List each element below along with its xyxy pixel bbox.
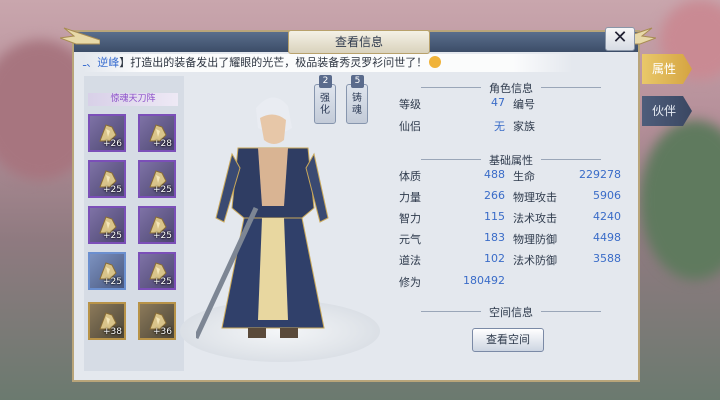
combat-label: 物理攻击 (513, 191, 557, 204)
tab-companions[interactable]: 伙伴 (642, 96, 692, 126)
attr-label: 智力 (399, 212, 421, 225)
cultivation-value: 180492 (463, 274, 505, 287)
equipment-slot[interactable]: +25 (88, 252, 126, 290)
equipment-slot[interactable]: +28 (138, 114, 176, 152)
id-label: 编号 (513, 98, 535, 111)
family-label: 家族 (513, 120, 535, 133)
combat-label: 物理防御 (513, 233, 557, 246)
enhance-level: +25 (153, 231, 172, 241)
system-notice: ـ、逆峰】打造出的装备发出了耀眼的光芒，极品装备秀灵罗衫问世了！ (83, 54, 573, 72)
character-model[interactable] (196, 88, 350, 348)
tab-attributes[interactable]: 属性 (642, 54, 692, 84)
equipment-set-name: 惊魂天刀阵 (88, 93, 178, 106)
attr-label: 体质 (399, 170, 421, 183)
smile-emoji-icon (429, 56, 442, 68)
notice-text: 】打造出的装备发出了耀眼的光芒，极品装备秀灵罗衫问世了！ (119, 56, 428, 69)
enhance-level: +28 (153, 139, 172, 149)
cast-soul-label: 铸魂 (352, 93, 362, 116)
attr-value: 488 (484, 168, 505, 181)
combat-label: 生命 (513, 170, 535, 183)
partner-label: 仙侣 (399, 120, 421, 133)
info-area: 角色信息 等级 47 编号 仙侣 无 家族 基础属性 体质 488 生命 229278… (385, 76, 637, 371)
attr-value: 115 (484, 210, 505, 223)
enhance-level: +25 (103, 231, 122, 241)
cultivation-label: 修为 (399, 276, 421, 289)
enhance-level: +26 (103, 139, 122, 149)
combat-value: 4498 (593, 231, 621, 244)
equipment-slot[interactable]: +25 (88, 206, 126, 244)
space-info-header: 空间信息 (385, 304, 637, 320)
enhance-level: +25 (153, 277, 172, 287)
combat-label: 法术防御 (513, 254, 557, 267)
level-label: 等级 (399, 98, 421, 111)
equipment-slot[interactable]: +25 (138, 160, 176, 198)
close-button[interactable]: ✕ (605, 27, 635, 51)
background-foliage (640, 120, 720, 280)
partner-value: 无 (494, 120, 505, 133)
enhance-level: +38 (103, 327, 122, 337)
combat-value: 5906 (593, 189, 621, 202)
view-space-button[interactable]: 查看空间 (472, 328, 544, 352)
combat-value: 4240 (593, 210, 621, 223)
attr-label: 力量 (399, 191, 421, 204)
equipment-slot[interactable]: +38 (88, 302, 126, 340)
combat-label: 法术攻击 (513, 212, 557, 225)
attr-value: 183 (484, 231, 505, 244)
cast-soul-badge: 5 (351, 75, 364, 88)
window-title: 查看信息 (288, 30, 430, 54)
attr-value: 266 (484, 189, 505, 202)
enhance-level: +25 (103, 277, 122, 287)
equipment-slot[interactable]: +25 (88, 160, 126, 198)
enhance-level: +25 (153, 185, 172, 195)
enhance-level: +36 (153, 327, 172, 337)
notice-player-name[interactable]: ـ、逆峰 (83, 56, 119, 69)
equipment-slot[interactable]: +25 (138, 206, 176, 244)
equipment-slot[interactable]: +25 (138, 252, 176, 290)
enhance-level: +25 (103, 185, 122, 195)
attr-value: 102 (484, 252, 505, 265)
combat-value: 3588 (593, 252, 621, 265)
combat-value: 229278 (579, 168, 621, 181)
attr-label: 元气 (399, 233, 421, 246)
level-value: 47 (491, 96, 505, 109)
attr-label: 道法 (399, 254, 421, 267)
strengthen-badge: 2 (319, 75, 332, 88)
equipment-slot[interactable]: +36 (138, 302, 176, 340)
role-info-header: 角色信息 (385, 80, 637, 96)
equipment-slot[interactable]: +26 (88, 114, 126, 152)
base-attributes-header: 基础属性 (385, 152, 637, 168)
left-wing-ornament (60, 27, 100, 45)
